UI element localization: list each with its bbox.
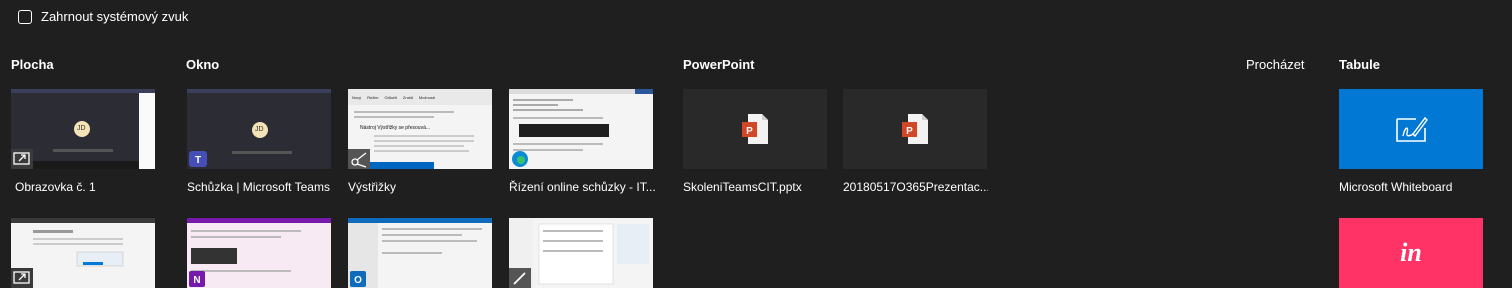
window-outlook-thumbnail[interactable]: O <box>348 218 492 288</box>
whiteboard-item-label: Microsoft Whiteboard <box>1339 180 1453 194</box>
powerpoint-item-label: 20180517O365Prezentac... <box>843 180 988 194</box>
powerpoint-file-icon: P <box>902 114 928 144</box>
browse-link[interactable]: Procházet <box>1246 57 1305 72</box>
section-title-powerpoint: PowerPoint <box>683 57 755 72</box>
window-item-label: Výstřižky <box>348 180 396 194</box>
section-title-window: Okno <box>186 57 220 72</box>
teams-icon: T <box>189 151 207 167</box>
section-title-whiteboard: Tabule <box>1339 57 1380 72</box>
svg-text:N: N <box>193 275 200 286</box>
window-edge-thumbnail[interactable] <box>509 89 653 169</box>
whiteboard-invision-tile[interactable]: in <box>1339 218 1483 288</box>
desktop-item-label: Obrazovka č. 1 <box>15 180 96 194</box>
powerpoint-file-2-tile[interactable]: P <box>843 89 987 169</box>
desktop-screen-2-thumbnail[interactable] <box>11 218 155 288</box>
invision-logo-icon: in <box>1400 238 1422 267</box>
share-screen-icon <box>11 149 33 169</box>
powerpoint-file-1-tile[interactable]: P <box>683 89 827 169</box>
window-onenote-thumbnail[interactable]: N <box>187 218 331 288</box>
system-audio-label: Zahrnout systémový zvuk <box>41 9 189 24</box>
svg-text:T: T <box>195 155 201 166</box>
system-audio-checkbox[interactable] <box>18 9 32 24</box>
pen-icon <box>509 268 531 288</box>
onenote-icon: N <box>189 271 205 287</box>
avatar-initials: JD <box>77 125 86 132</box>
powerpoint-item-label: SkoleniTeamsCIT.pptx <box>683 180 802 194</box>
window-snip-thumbnail[interactable]: Nový Režim Odložit Zrušit Možnosti Nástr… <box>348 89 492 169</box>
svg-text:O: O <box>354 275 362 286</box>
outlook-icon: O <box>350 271 366 287</box>
avatar-initials: JD <box>255 126 264 133</box>
edge-icon <box>512 151 528 167</box>
whiteboard-icon <box>1396 116 1428 142</box>
snipping-tool-icon <box>348 149 370 169</box>
desktop-screen-1-thumbnail[interactable]: JD <box>11 89 155 169</box>
svg-text:P: P <box>746 126 753 137</box>
whiteboard-microsoft-tile[interactable] <box>1339 89 1483 169</box>
window-teams-thumbnail[interactable]: JD T <box>187 89 331 169</box>
powerpoint-file-icon: P <box>742 114 768 144</box>
window-item-label: Řízení online schůzky - IT... <box>509 180 656 194</box>
window-teams-calendar-thumbnail[interactable] <box>509 218 653 288</box>
window-item-label: Schůzka | Microsoft Teams <box>187 180 330 194</box>
system-audio-checkbox-row[interactable]: Zahrnout systémový zvuk <box>18 9 188 24</box>
section-title-desktop: Plocha <box>11 57 54 72</box>
svg-text:P: P <box>906 126 913 137</box>
share-screen-icon <box>11 268 33 288</box>
